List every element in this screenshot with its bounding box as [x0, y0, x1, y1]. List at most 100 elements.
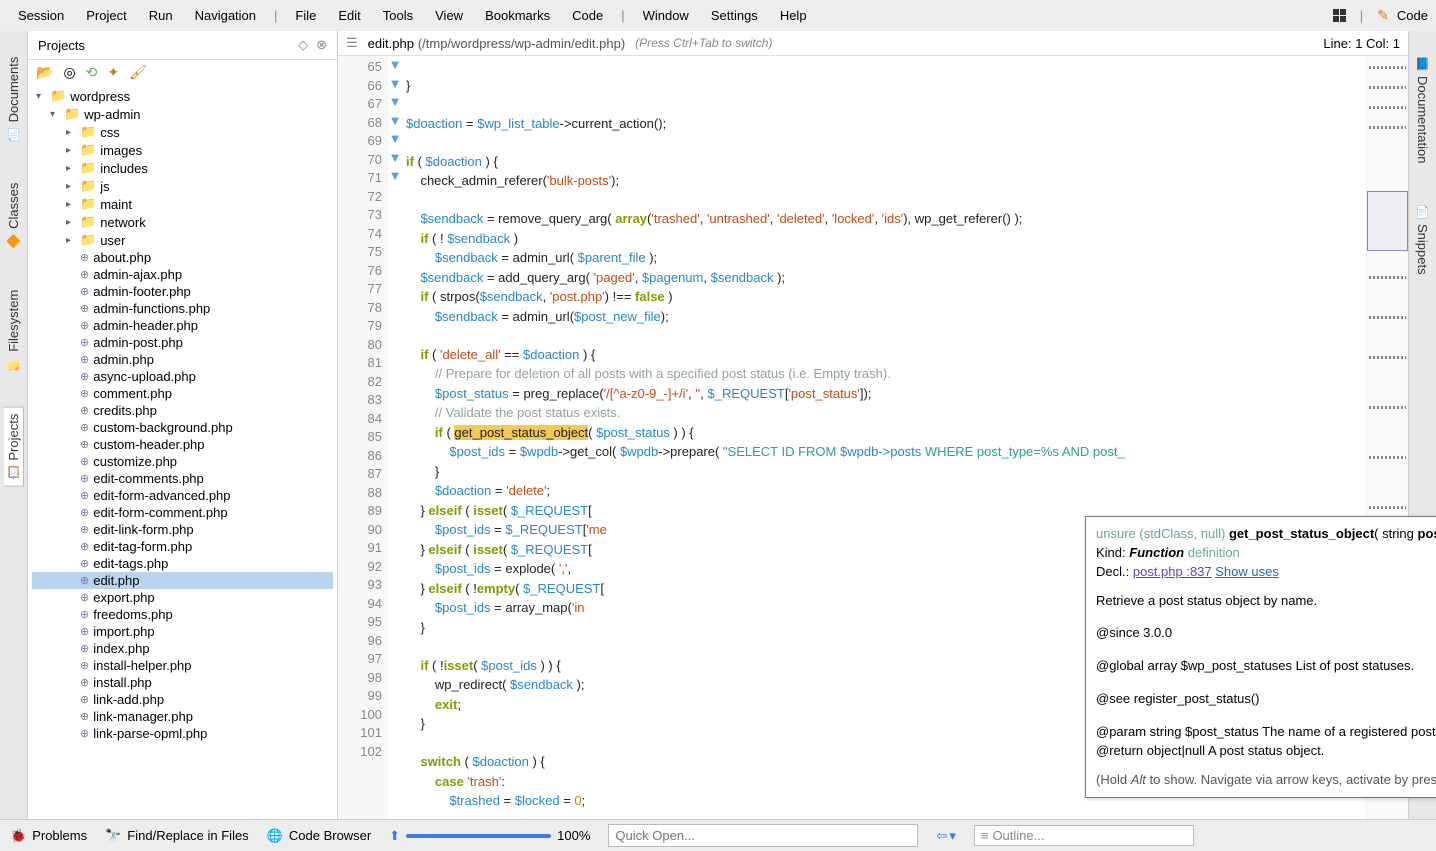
zoom-value: 100% — [557, 828, 590, 843]
grid-icon[interactable] — [1333, 9, 1346, 22]
tree-file[interactable]: ⊕link-add.php — [32, 691, 333, 708]
project-tree[interactable]: ▾📁wordpress▾📁wp-admin▸📁css▸📁images▸📁incl… — [28, 85, 337, 819]
toolbar-wand-icon[interactable]: ✦ — [107, 64, 119, 81]
tree-file[interactable]: ⊕customize.php — [32, 453, 333, 470]
tree-file[interactable]: ⊕index.php — [32, 640, 333, 657]
projects-panel: Projects ◇ ⊗ 📂 ◎ ⟲ ✦ 🖌 ▾📁wordpress▾📁wp-a… — [28, 31, 338, 819]
menu-file[interactable]: File — [285, 4, 326, 27]
toolbar-brush-icon[interactable]: 🖌 — [129, 64, 147, 81]
menu-view[interactable]: View — [425, 4, 473, 27]
quick-open[interactable] — [608, 824, 918, 847]
tree-item-label: admin-header.php — [93, 318, 198, 333]
tree-file[interactable]: ⊕async-upload.php — [32, 368, 333, 385]
tree-file[interactable]: ⊕edit-tag-form.php — [32, 538, 333, 555]
php-file-icon: ⊕ — [80, 472, 89, 485]
fold-gutter[interactable]: ▼▼▼▼▼▼▼ — [388, 56, 402, 819]
tree-file[interactable]: ⊕edit-form-comment.php — [32, 504, 333, 521]
menu-window[interactable]: Window — [633, 4, 699, 27]
tree-file[interactable]: ⊕edit-tags.php — [32, 555, 333, 572]
tree-file[interactable]: ⊕freedoms.php — [32, 606, 333, 623]
tree-item-label: edit.php — [93, 573, 139, 588]
php-file-icon: ⊕ — [80, 455, 89, 468]
tree-item-label: export.php — [93, 590, 154, 605]
zoom-control[interactable]: ⬆ 100% — [389, 828, 590, 844]
show-uses-link[interactable]: Show uses — [1215, 564, 1279, 579]
tree-file[interactable]: ⊕about.php — [32, 249, 333, 266]
tree-file[interactable]: ⊕edit-link-form.php — [32, 521, 333, 538]
minimap-viewport[interactable] — [1367, 191, 1408, 251]
menu-tools[interactable]: Tools — [373, 4, 423, 27]
tree-file[interactable]: ⊕admin.php — [32, 351, 333, 368]
tree-folder[interactable]: ▾📁wp-admin — [32, 105, 333, 123]
menu-session[interactable]: Session — [8, 4, 74, 27]
tree-file[interactable]: ⊕export.php — [32, 589, 333, 606]
status-problems[interactable]: 🐞Problems — [10, 828, 87, 844]
tree-file[interactable]: ⊕edit.php — [32, 572, 333, 589]
tree-file[interactable]: ⊕ import.php — [32, 623, 333, 640]
pencil-icon[interactable]: ✎ — [1377, 7, 1389, 24]
menu-code[interactable]: Code — [562, 4, 613, 27]
decl-link[interactable]: post.php :837 — [1133, 564, 1212, 579]
tree-folder[interactable]: ▸📁js — [32, 177, 333, 195]
outline-box[interactable]: ≡ Outline... — [974, 825, 1194, 846]
tree-item-label: import.php — [93, 624, 154, 639]
tab-filename[interactable]: edit.php (/tmp/wordpress/wp-admin/edit.p… — [368, 35, 626, 51]
nav-dropdown-icon[interactable]: ▾ — [949, 828, 956, 844]
toolbar-sync-icon[interactable]: ⟲ — [86, 64, 98, 81]
toolbar-target-icon[interactable]: ◎ — [63, 64, 75, 81]
status-code-browser[interactable]: 🌐Code Browser — [267, 828, 372, 844]
tab-hint: (Press Ctrl+Tab to switch) — [635, 36, 772, 50]
rail-projects[interactable]: 📋 Projects — [4, 407, 24, 487]
rail-filesystem[interactable]: 📁 Filesystem — [4, 284, 23, 377]
tree-folder[interactable]: ▸📁user — [32, 231, 333, 249]
menu-project[interactable]: Project — [76, 4, 136, 27]
tree-file[interactable]: ⊕custom-background.php — [32, 419, 333, 436]
tree-file[interactable]: ⊕admin-footer.php — [32, 283, 333, 300]
nav-back-icon[interactable]: ⇦ — [936, 828, 947, 844]
tree-file[interactable]: ⊕link-manager.php — [32, 708, 333, 725]
menu-settings[interactable]: Settings — [701, 4, 768, 27]
menu-help[interactable]: Help — [770, 4, 817, 27]
tree-file[interactable]: ⊕install.php — [32, 674, 333, 691]
rail-classes[interactable]: 🔶 Classes — [4, 177, 23, 254]
menu-run[interactable]: Run — [139, 4, 183, 27]
tree-folder[interactable]: ▾📁wordpress — [32, 87, 333, 105]
php-file-icon: ⊕ — [80, 319, 89, 332]
menu-edit[interactable]: Edit — [328, 4, 370, 27]
tree-file[interactable]: ⊕credits.php — [32, 402, 333, 419]
zoom-slider-track[interactable] — [406, 834, 551, 838]
tree-folder[interactable]: ▸📁network — [32, 213, 333, 231]
tree-file[interactable]: ⊕admin-functions.php — [32, 300, 333, 317]
tree-file[interactable]: ⊕custom-header.php — [32, 436, 333, 453]
zoom-up-icon[interactable]: ⬆ — [389, 828, 400, 844]
toolbar-folder-icon[interactable]: 📂 — [36, 64, 53, 81]
tree-file[interactable]: ⊕admin-post.php — [32, 334, 333, 351]
tree-file[interactable]: ⊕ admin-header.php — [32, 317, 333, 334]
tree-folder[interactable]: ▸📁css — [32, 123, 333, 141]
rail-snippets[interactable]: 📄 Snippets — [1413, 199, 1432, 280]
menu-bookmarks[interactable]: Bookmarks — [475, 4, 560, 27]
tree-file[interactable]: ⊕link-parse-opml.php — [32, 725, 333, 742]
tree-file[interactable]: ⊕edit-form-advanced.php — [32, 487, 333, 504]
menu-separator: | — [1354, 8, 1369, 23]
menu-navigation[interactable]: Navigation — [185, 4, 266, 27]
php-file-icon: ⊕ — [80, 625, 89, 638]
tree-file[interactable]: ⊕install-helper.php — [32, 657, 333, 674]
rail-documents[interactable]: 📄 Documents — [4, 51, 23, 147]
tree-folder[interactable]: ▸📁includes — [32, 159, 333, 177]
rail-documentation[interactable]: 📘 Documentation — [1413, 51, 1432, 169]
tree-file[interactable]: ⊕admin-ajax.php — [32, 266, 333, 283]
menu-code-right[interactable]: Code — [1397, 8, 1428, 23]
tree-file[interactable]: ⊕edit-comments.php — [32, 470, 333, 487]
panel-detach-icon[interactable]: ◇ — [298, 37, 308, 53]
quick-open-input[interactable] — [608, 824, 918, 847]
tree-item-label: index.php — [93, 641, 149, 656]
tree-folder[interactable]: ▸📁images — [32, 141, 333, 159]
panel-close-icon[interactable]: ⊗ — [316, 37, 327, 53]
tab-list-icon[interactable]: ☰ — [346, 35, 358, 51]
cursor-position: Line: 1 Col: 1 — [1323, 36, 1400, 51]
status-find-replace[interactable]: 🔭Find/Replace in Files — [105, 828, 249, 844]
tree-folder[interactable]: ▸📁maint — [32, 195, 333, 213]
tree-item-label: wp-admin — [84, 107, 140, 122]
tree-file[interactable]: ⊕comment.php — [32, 385, 333, 402]
